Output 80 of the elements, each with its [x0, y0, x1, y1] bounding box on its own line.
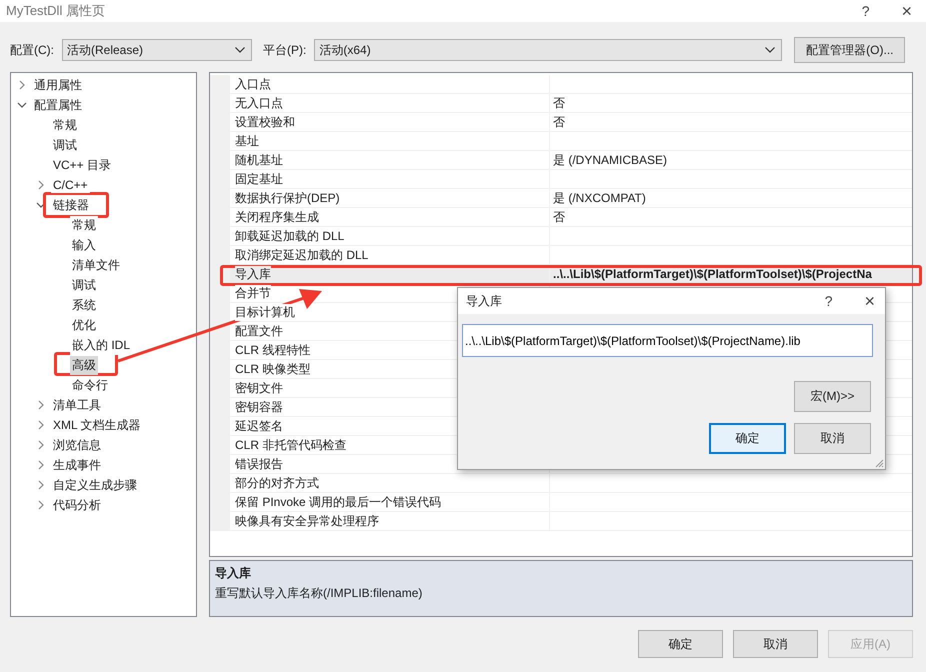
property-value: 否	[552, 94, 566, 112]
resize-grip-icon[interactable]	[875, 459, 884, 468]
property-row[interactable]: 卸载延迟加载的 DLL	[210, 227, 912, 246]
dialog-button[interactable]: 确定	[638, 630, 723, 658]
property-name: 保留 PInvoke 调用的最后一个错误代码	[235, 494, 442, 510]
macro-button[interactable]: 宏(M)>>	[794, 381, 871, 412]
property-row[interactable]: 保留 PInvoke 调用的最后一个错误代码	[210, 493, 912, 512]
tree-item[interactable]: C/C++	[51, 177, 90, 193]
property-name: 密钥容器	[235, 398, 283, 416]
chevron-right-icon[interactable]	[36, 400, 46, 410]
property-row[interactable]: 取消绑定延迟加载的 DLL	[210, 246, 912, 265]
dropdown-value: 活动(Release)	[67, 42, 144, 58]
input-field[interactable]: ..\..\Lib\$(PlatformTarget)\$(PlatformToolset)\$(ProjectName).lib	[462, 324, 873, 357]
chevron-right-icon[interactable]	[36, 420, 46, 430]
property-name: CLR 非托管代码检查	[235, 436, 346, 454]
property-name: 合并节	[235, 284, 271, 302]
field-label: 配置(C):	[10, 42, 54, 58]
highlight-frame	[43, 192, 109, 218]
property-name: 固定基址	[235, 170, 283, 188]
property-name: CLR 映像类型	[235, 360, 310, 378]
caret-icon	[765, 47, 776, 53]
property-value: ..\..\Lib\$(PlatformTarget)\$(PlatformToolset)\$(ProjectNa	[552, 267, 873, 281]
chevron-right-icon[interactable]	[36, 440, 46, 450]
property-name: 部分的对齐方式	[235, 474, 319, 492]
close-button[interactable]: ×	[856, 290, 883, 312]
property-row[interactable]: 设置校验和 否	[210, 113, 912, 132]
property-row[interactable]: 入口点	[210, 75, 912, 94]
dialog-title: 导入库	[466, 292, 502, 310]
property-name: 导入库	[235, 266, 271, 282]
property-name: 目标计算机	[235, 304, 295, 320]
property-value: 是 (/DYNAMICBASE)	[552, 152, 668, 168]
property-row[interactable]: 随机基址 是 (/DYNAMICBASE)	[210, 151, 912, 170]
property-name: 密钥文件	[235, 380, 283, 396]
caret-icon	[235, 47, 245, 53]
property-name: 入口点	[235, 76, 271, 92]
property-name: 数据执行保护(DEP)	[235, 190, 340, 206]
property-row[interactable]: 关闭程序集生成 否	[210, 208, 912, 227]
highlight-frame	[54, 352, 118, 376]
chevron-right-icon[interactable]	[36, 460, 46, 470]
chevron-right-icon[interactable]	[36, 480, 46, 490]
dropdown-value: 活动(x64)	[319, 42, 372, 58]
property-row[interactable]: 基址	[210, 132, 912, 151]
chevron-right-icon[interactable]	[36, 180, 46, 190]
property-row[interactable]: 无入口点 否	[210, 94, 912, 113]
window-title: MyTestDll 属性页	[6, 2, 105, 20]
property-name: 错误报告	[235, 456, 283, 472]
property-name: 关闭程序集生成	[235, 208, 319, 226]
help-button[interactable]: ?	[854, 3, 878, 19]
field-label: 平台(P):	[263, 42, 306, 58]
property-value: 否	[552, 114, 566, 130]
dialog-button[interactable]: 取消	[794, 423, 871, 454]
property-value: 是 (/NXCOMPAT)	[552, 190, 647, 206]
tree-item[interactable]: 高级	[70, 356, 98, 374]
property-name: CLR 线程特性	[235, 342, 310, 358]
description-text: 重写默认导入库名称(/IMPLIB:filename)	[215, 585, 424, 602]
chevron-right-icon[interactable]	[17, 80, 27, 90]
dialog-button[interactable]: 取消	[733, 630, 818, 658]
property-name: 延迟签名	[235, 418, 283, 434]
configuration-manager-button[interactable]: 配置管理器(O)...	[794, 37, 906, 63]
property-name: 取消绑定延迟加载的 DLL	[235, 246, 368, 264]
property-name: 卸载延迟加载的 DLL	[235, 228, 344, 244]
property-row[interactable]: 数据执行保护(DEP) 是 (/NXCOMPAT)	[210, 189, 912, 208]
property-row[interactable]: 部分的对齐方式	[210, 474, 912, 493]
close-button[interactable]: ×	[893, 0, 920, 22]
property-name: 设置校验和	[235, 114, 295, 130]
dialog-button[interactable]: 确定	[709, 423, 786, 454]
property-name: 映像具有安全异常处理程序	[235, 512, 379, 530]
help-button[interactable]: ?	[816, 293, 840, 309]
property-row[interactable]: 固定基址	[210, 170, 912, 189]
property-name: 配置文件	[235, 322, 283, 340]
dropdown[interactable]: 活动(x64)	[314, 39, 782, 61]
property-name: 随机基址	[235, 152, 283, 168]
chevron-down-icon[interactable]	[36, 200, 46, 210]
property-name: 无入口点	[235, 94, 283, 112]
chevron-down-icon[interactable]	[17, 100, 27, 110]
property-row[interactable]: 映像具有安全异常处理程序	[210, 512, 912, 531]
dropdown[interactable]: 活动(Release)	[62, 39, 252, 61]
property-value: 否	[552, 208, 566, 226]
chevron-right-icon[interactable]	[36, 500, 46, 510]
description-title: 导入库	[215, 565, 252, 582]
